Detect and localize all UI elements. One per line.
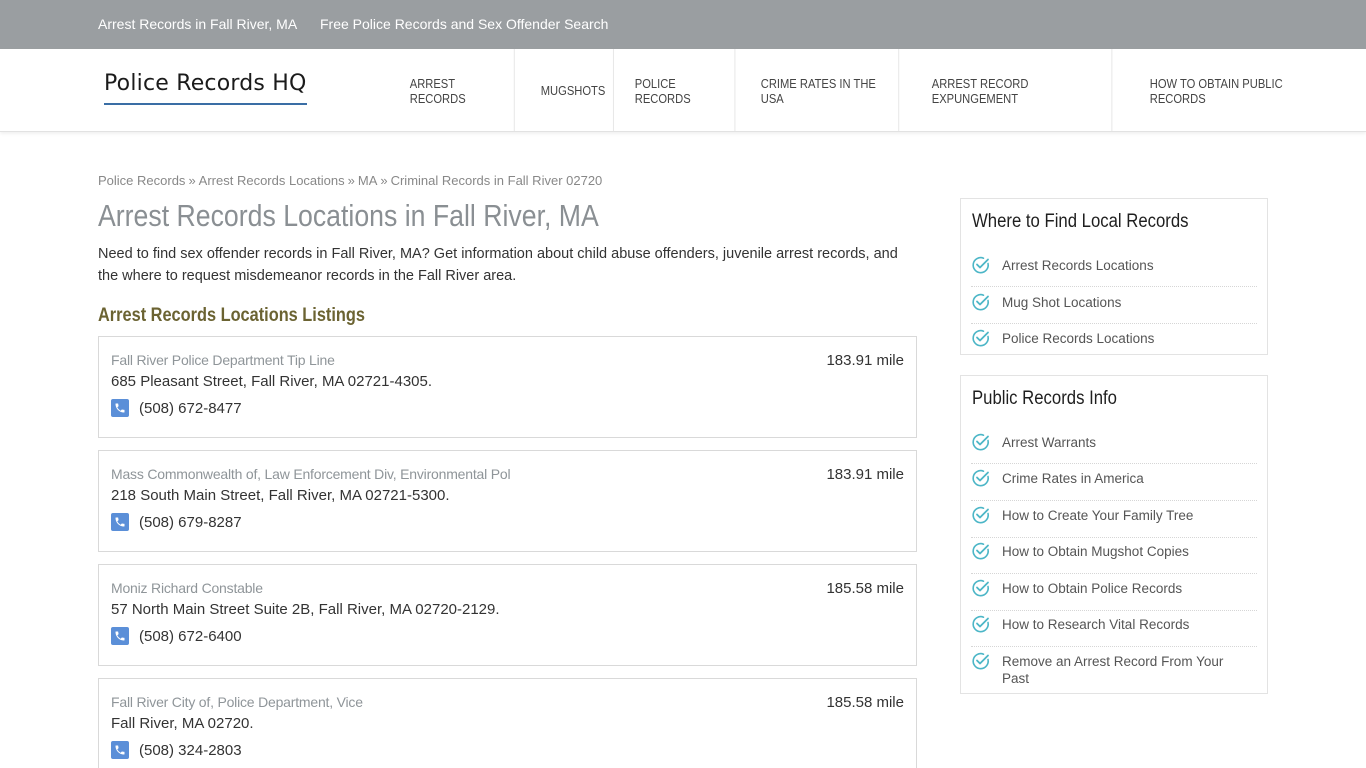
breadcrumb: Police Records» Arrest Records Locations»… bbox=[98, 173, 602, 188]
sidebar-title: Public Records Info bbox=[972, 388, 1117, 409]
listing-card: Moniz Richard Constable 185.58 mile 57 N… bbox=[98, 564, 917, 666]
check-circle-icon bbox=[971, 505, 991, 525]
sidebar-item-label: Arrest Warrants bbox=[1002, 435, 1097, 450]
nav-police-records[interactable]: Police Records bbox=[627, 49, 736, 132]
breadcrumb-separator: » bbox=[188, 173, 196, 188]
sidebar-title: Where to Find Local Records bbox=[972, 211, 1189, 232]
sidebar-item-family-tree[interactable]: How to Create Your Family Tree bbox=[971, 505, 1257, 538]
sidebar-item-arrest-locations[interactable]: Arrest Records Locations bbox=[971, 255, 1257, 287]
nav-public-records[interactable]: How to Obtain Public Records bbox=[1142, 49, 1335, 132]
sidebar-item-police-locations[interactable]: Police Records Locations bbox=[971, 328, 1257, 352]
intro-text: Need to find sex offender records in Fal… bbox=[98, 246, 898, 284]
breadcrumb-separator: » bbox=[347, 173, 355, 188]
phone-icon bbox=[111, 741, 129, 759]
site-logo[interactable]: Police Records HQ bbox=[104, 71, 307, 96]
sidebar-item-mugshot-copies[interactable]: How to Obtain Mugshot Copies bbox=[971, 541, 1257, 574]
listing-name[interactable]: Fall River Police Department Tip Line bbox=[111, 352, 335, 368]
phone-icon bbox=[111, 513, 129, 531]
phone-icon bbox=[111, 627, 129, 645]
check-circle-icon bbox=[971, 614, 991, 634]
site-header: Police Records HQ Arrest Records Mugshot… bbox=[0, 49, 1366, 132]
sidebar-item-label: How to Research Vital Records bbox=[1002, 617, 1190, 632]
breadcrumb-current[interactable]: Criminal Records in Fall River 02720 bbox=[391, 173, 603, 188]
sidebar-public-records-info: Public Records Info Arrest Warrants Crim… bbox=[960, 375, 1268, 694]
sidebar-item-crime-rates[interactable]: Crime Rates in America bbox=[971, 468, 1257, 501]
topbar-link-free-search[interactable]: Free Police Records and Sex Offender Sea… bbox=[320, 16, 608, 32]
nav-arrest-records[interactable]: Arrest Records bbox=[402, 49, 515, 132]
check-circle-icon bbox=[971, 651, 991, 671]
listing-distance: 183.91 mile bbox=[826, 352, 904, 369]
page-title: Arrest Records Locations in Fall River, … bbox=[98, 198, 599, 233]
sidebar-item-label: Arrest Records Locations bbox=[1002, 258, 1154, 273]
listing-address: 685 Pleasant Street, Fall River, MA 0272… bbox=[111, 373, 433, 390]
main-nav: Arrest Records Mugshots Police Records C… bbox=[402, 49, 1366, 132]
topbar-link-arrest-records[interactable]: Arrest Records in Fall River, MA bbox=[98, 16, 297, 32]
check-circle-icon bbox=[971, 255, 991, 275]
breadcrumb-separator: » bbox=[380, 173, 388, 188]
sidebar-item-police-records[interactable]: How to Obtain Police Records bbox=[971, 578, 1257, 611]
listing-distance: 185.58 mile bbox=[826, 580, 904, 597]
sidebar-item-vital-records[interactable]: How to Research Vital Records bbox=[971, 614, 1257, 647]
listing-address: 57 North Main Street Suite 2B, Fall Rive… bbox=[111, 601, 500, 618]
sidebar-item-remove-arrest-record[interactable]: Remove an Arrest Record From Your Past bbox=[971, 651, 1257, 691]
check-circle-icon bbox=[971, 432, 991, 452]
listing-distance: 185.58 mile bbox=[826, 694, 904, 711]
sidebar-item-label: How to Obtain Police Records bbox=[1002, 581, 1183, 596]
breadcrumb-ma[interactable]: MA bbox=[358, 173, 378, 188]
sidebar-local-records: Where to Find Local Records Arrest Recor… bbox=[960, 198, 1268, 355]
top-bar: Arrest Records in Fall River, MA Free Po… bbox=[0, 0, 1366, 49]
listing-phone[interactable]: (508) 324-2803 bbox=[139, 742, 242, 759]
listing-phone[interactable]: (508) 679-8287 bbox=[139, 514, 242, 531]
listing-name[interactable]: Mass Commonwealth of, Law Enforcement Di… bbox=[111, 466, 511, 482]
nav-mugshots[interactable]: Mugshots bbox=[533, 49, 614, 132]
listing-phone[interactable]: (508) 672-6400 bbox=[139, 628, 242, 645]
listing-address: Fall River, MA 02720. bbox=[111, 715, 254, 732]
phone-icon bbox=[111, 399, 129, 417]
check-circle-icon bbox=[971, 328, 991, 348]
nav-expungement[interactable]: Arrest Record Expungement bbox=[924, 49, 1112, 132]
listings-section-title: Arrest Records Locations Listings bbox=[98, 305, 365, 326]
breadcrumb-police-records[interactable]: Police Records bbox=[98, 173, 185, 188]
sidebar-item-label: Police Records Locations bbox=[1002, 331, 1155, 346]
listing-address: 218 South Main Street, Fall River, MA 02… bbox=[111, 487, 450, 504]
check-circle-icon bbox=[971, 541, 991, 561]
sidebar-item-label: Remove an Arrest Record From Your Past bbox=[1002, 654, 1224, 686]
listing-distance: 183.91 mile bbox=[826, 466, 904, 483]
breadcrumb-arrest-locations[interactable]: Arrest Records Locations bbox=[199, 173, 345, 188]
check-circle-icon bbox=[971, 292, 991, 312]
sidebar-item-arrest-warrants[interactable]: Arrest Warrants bbox=[971, 432, 1257, 464]
listing-card: Fall River Police Department Tip Line 18… bbox=[98, 336, 917, 438]
sidebar-item-label: How to Create Your Family Tree bbox=[1002, 508, 1194, 523]
check-circle-icon bbox=[971, 578, 991, 598]
listing-phone[interactable]: (508) 672-8477 bbox=[139, 400, 242, 417]
sidebar-item-label: How to Obtain Mugshot Copies bbox=[1002, 544, 1189, 559]
listing-card: Mass Commonwealth of, Law Enforcement Di… bbox=[98, 450, 917, 552]
sidebar-item-label: Mug Shot Locations bbox=[1002, 295, 1122, 310]
sidebar-item-label: Crime Rates in America bbox=[1002, 471, 1144, 486]
check-circle-icon bbox=[971, 468, 991, 488]
listing-card: Fall River City of, Police Department, V… bbox=[98, 678, 917, 768]
listing-name[interactable]: Fall River City of, Police Department, V… bbox=[111, 694, 363, 710]
sidebar-item-mugshot-locations[interactable]: Mug Shot Locations bbox=[971, 292, 1257, 324]
logo-underline bbox=[104, 103, 307, 105]
nav-crime-rates[interactable]: Crime Rates in the USA bbox=[753, 49, 900, 132]
listing-name[interactable]: Moniz Richard Constable bbox=[111, 580, 263, 596]
